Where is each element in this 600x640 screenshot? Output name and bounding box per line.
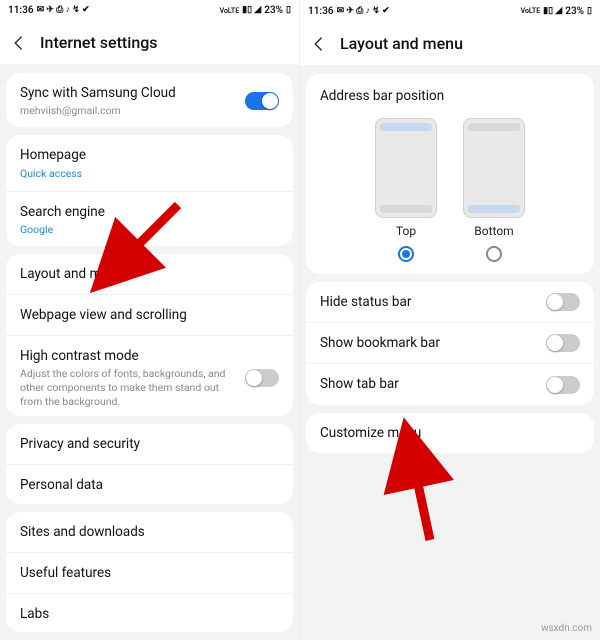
signal-icon: ▮▯ ◢ — [543, 7, 562, 16]
labs-title: Labs — [20, 605, 279, 623]
sync-account: mehviish@gmail.com — [20, 104, 233, 118]
status-time: 11:36 — [308, 6, 334, 17]
row-customize-menu[interactable]: Customize menu — [306, 413, 594, 453]
homepage-title: Homepage — [20, 146, 279, 164]
row-hide-status-bar[interactable]: Hide status bar — [306, 282, 594, 322]
show-tab-bar-title: Show tab bar — [320, 375, 534, 393]
radio-bottom[interactable] — [486, 246, 502, 262]
address-bar-option-bottom[interactable]: Bottom — [463, 118, 525, 262]
address-bar-section-title: Address bar position — [320, 88, 580, 104]
row-useful-features[interactable]: Useful features — [6, 552, 293, 593]
row-show-tab-bar[interactable]: Show tab bar — [306, 363, 594, 404]
status-battery: 23% — [264, 5, 283, 16]
show-bookmark-bar-toggle[interactable] — [546, 334, 580, 352]
search-engine-title: Search engine — [20, 203, 279, 221]
address-bar-bottom-label: Bottom — [474, 224, 513, 238]
watermark: wsxdn.com — [541, 623, 592, 634]
row-personal-data[interactable]: Personal data — [6, 464, 293, 504]
header: Internet settings — [0, 22, 299, 65]
back-icon[interactable] — [10, 34, 28, 52]
webpage-view-title: Webpage view and scrolling — [20, 306, 279, 324]
page-title: Layout and menu — [340, 34, 463, 53]
address-bar-top-label: Top — [396, 224, 416, 238]
radio-top[interactable] — [398, 246, 414, 262]
row-layout-and-menu[interactable]: Layout and menu — [6, 254, 293, 294]
row-sites-downloads[interactable]: Sites and downloads — [6, 512, 293, 552]
phone-preview-bottom — [463, 118, 525, 218]
sites-downloads-title: Sites and downloads — [20, 523, 279, 541]
row-labs[interactable]: Labs — [6, 593, 293, 632]
status-time: 11:36 — [8, 5, 34, 16]
phone-preview-top — [375, 118, 437, 218]
status-bar: 11:36 ✉ ✈ ⎙ ♪ ↯ ✔ VoLTE ▮▯ ◢ 23% ▯ — [300, 0, 600, 22]
high-contrast-desc: Adjust the colors of fonts, backgrounds,… — [20, 367, 233, 408]
high-contrast-toggle[interactable] — [245, 369, 279, 387]
hide-status-bar-toggle[interactable] — [546, 293, 580, 311]
status-bar: 11:36 ✉ ✈ ⎙ ♪ ↯ ✔ VoLTE ▮▯ ◢ 23% ▯ — [0, 0, 299, 22]
row-privacy-security[interactable]: Privacy and security — [6, 424, 293, 464]
header: Layout and menu — [300, 22, 600, 66]
show-tab-bar-toggle[interactable] — [546, 376, 580, 394]
screen-internet-settings: 11:36 ✉ ✈ ⎙ ♪ ↯ ✔ VoLTE ▮▯ ◢ 23% ▯ Inter… — [0, 0, 300, 640]
row-sync-cloud[interactable]: Sync with Samsung Cloud mehviish@gmail.c… — [6, 73, 293, 128]
address-bar-position-section: Address bar position Top Bottom — [306, 74, 594, 274]
hide-status-bar-title: Hide status bar — [320, 293, 534, 311]
homepage-value: Quick access — [20, 167, 279, 181]
sync-toggle[interactable] — [245, 92, 279, 110]
row-homepage[interactable]: Homepage Quick access — [6, 135, 293, 191]
search-engine-value: Google — [20, 223, 279, 237]
notification-icons: ✉ ✈ ⎙ ♪ ↯ ✔ — [337, 7, 390, 16]
sync-title: Sync with Samsung Cloud — [20, 84, 233, 102]
row-webpage-view[interactable]: Webpage view and scrolling — [6, 294, 293, 335]
useful-features-title: Useful features — [20, 564, 279, 582]
high-contrast-title: High contrast mode — [20, 347, 233, 365]
screen-layout-and-menu: 11:36 ✉ ✈ ⎙ ♪ ↯ ✔ VoLTE ▮▯ ◢ 23% ▯ Layou… — [300, 0, 600, 640]
battery-icon: ▯ — [286, 6, 291, 15]
status-battery: 23% — [565, 6, 584, 17]
status-carrier: VoLTE — [220, 7, 240, 15]
row-search-engine[interactable]: Search engine Google — [6, 191, 293, 246]
layout-menu-title: Layout and menu — [20, 265, 279, 283]
show-bookmark-bar-title: Show bookmark bar — [320, 334, 534, 352]
customize-menu-title: Customize menu — [320, 424, 580, 442]
row-high-contrast[interactable]: High contrast mode Adjust the colors of … — [6, 335, 293, 416]
page-title: Internet settings — [40, 33, 158, 52]
row-show-bookmark-bar[interactable]: Show bookmark bar — [306, 322, 594, 363]
signal-icon: ▮▯ ◢ — [242, 6, 261, 15]
status-carrier: VoLTE — [521, 7, 541, 15]
back-icon[interactable] — [310, 35, 328, 53]
notification-icons: ✉ ✈ ⎙ ♪ ↯ ✔ — [37, 6, 90, 15]
privacy-title: Privacy and security — [20, 435, 279, 453]
battery-icon: ▯ — [587, 7, 592, 16]
address-bar-option-top[interactable]: Top — [375, 118, 437, 262]
personal-data-title: Personal data — [20, 476, 279, 494]
